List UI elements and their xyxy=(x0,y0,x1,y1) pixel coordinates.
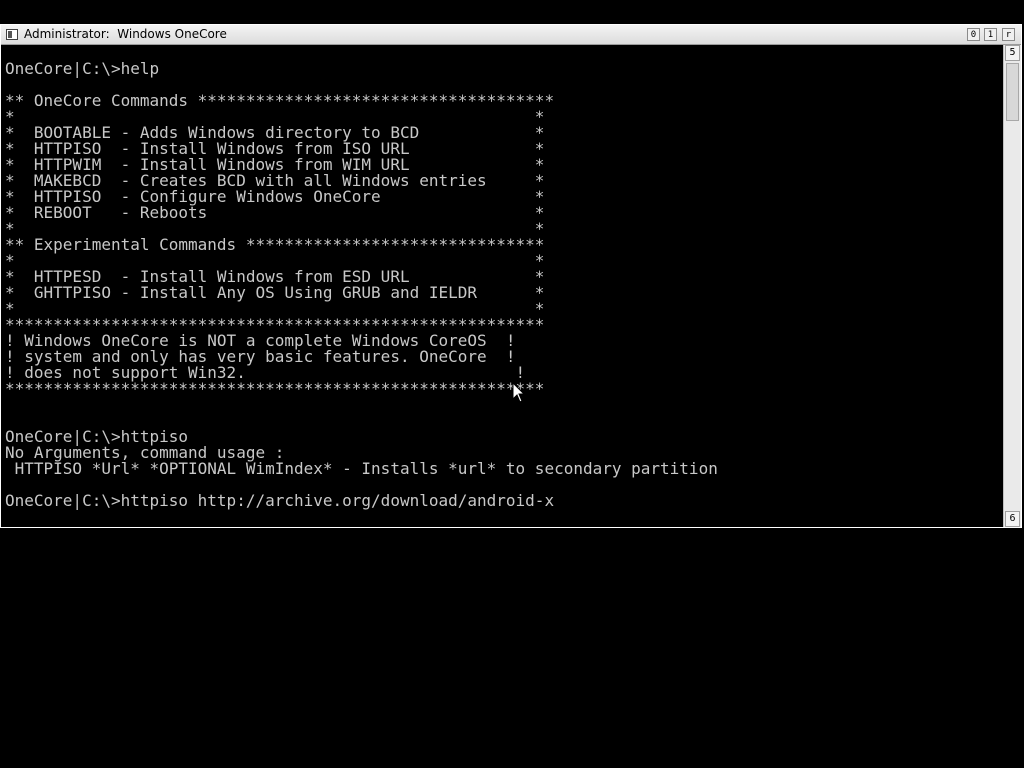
console-window[interactable]: Administrator: Windows OneCore 0 1 r One… xyxy=(0,24,1022,528)
minimize-button[interactable]: 0 xyxy=(967,28,980,41)
scroll-up-arrow-icon[interactable]: 5 xyxy=(1005,45,1020,61)
title-bar[interactable]: Administrator: Windows OneCore 0 1 r xyxy=(1,25,1021,45)
console-line: OneCore|C:\>help xyxy=(5,59,160,78)
close-button[interactable]: r xyxy=(1002,28,1015,41)
scroll-thumb[interactable] xyxy=(1006,63,1019,121)
console-app-icon[interactable] xyxy=(6,29,18,40)
vertical-scrollbar[interactable]: 5 6 xyxy=(1003,45,1021,527)
scroll-down-arrow-icon[interactable]: 6 xyxy=(1005,511,1020,527)
console-output-area[interactable]: OneCore|C:\>help ** OneCore Commands ****… xyxy=(1,45,1003,527)
console-line: OneCore|C:\>httpiso http://archive.org/d… xyxy=(5,491,555,510)
console-text: OneCore|C:\>help ** OneCore Commands ****… xyxy=(5,45,718,509)
console-line: ****************************************… xyxy=(5,379,545,398)
console-line: HTTPISO *Url* *OPTIONAL WimIndex* - Inst… xyxy=(5,459,718,478)
mouse-pointer-icon xyxy=(512,382,526,403)
maximize-button[interactable]: 1 xyxy=(984,28,997,41)
window-title: Administrator: Windows OneCore xyxy=(24,27,227,41)
